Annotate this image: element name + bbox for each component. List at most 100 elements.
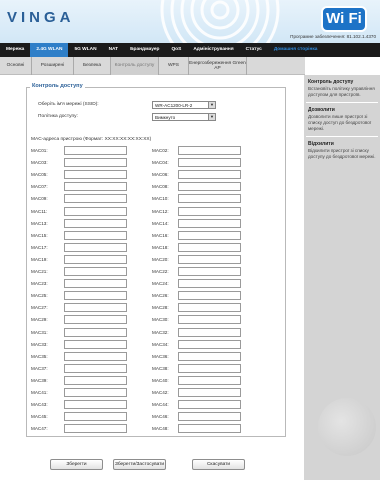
mac-label: MAC16: bbox=[152, 232, 169, 238]
mac-input[interactable] bbox=[64, 230, 127, 240]
mac-input[interactable] bbox=[64, 279, 127, 289]
mac-input[interactable] bbox=[64, 254, 127, 264]
mac-input[interactable] bbox=[64, 146, 127, 155]
help-title: Контроль доступу bbox=[308, 79, 354, 85]
mac-input[interactable] bbox=[178, 146, 241, 155]
mac-input[interactable] bbox=[178, 315, 241, 325]
mac-input[interactable] bbox=[178, 424, 241, 434]
mac-label: MAC01: bbox=[31, 148, 48, 153]
mac-input[interactable] bbox=[64, 267, 127, 276]
nav-item-6[interactable]: Адміністрування bbox=[187, 43, 239, 57]
mac-input[interactable] bbox=[178, 363, 241, 373]
mac-label: MAC25: bbox=[31, 293, 48, 299]
mac-input[interactable] bbox=[178, 218, 241, 228]
subnav-item-4[interactable]: WPS bbox=[159, 56, 189, 75]
nav-item-5[interactable]: QoS bbox=[165, 43, 187, 57]
mac-input[interactable] bbox=[178, 254, 241, 264]
mac-input[interactable] bbox=[64, 242, 127, 252]
mac-label: MAC05: bbox=[31, 172, 48, 178]
mac-input[interactable] bbox=[178, 303, 241, 313]
mac-input[interactable] bbox=[178, 158, 241, 168]
mac-input[interactable] bbox=[64, 218, 127, 228]
mac-label: MAC36: bbox=[152, 353, 169, 359]
subnav-item-5[interactable]: Енергозбереження Green AP bbox=[189, 56, 247, 75]
mac-label: MAC34: bbox=[152, 341, 169, 347]
mac-input[interactable] bbox=[64, 303, 127, 313]
nav-item-0[interactable]: Мережа bbox=[0, 43, 30, 57]
policy-select[interactable]: Вимкнуто ▼ bbox=[152, 113, 216, 121]
mac-input[interactable] bbox=[64, 158, 127, 168]
mac-input[interactable] bbox=[178, 375, 241, 385]
mac-input[interactable] bbox=[64, 170, 127, 180]
mac-input[interactable] bbox=[178, 327, 241, 337]
mac-input[interactable] bbox=[64, 339, 127, 349]
mac-label: MAC45: bbox=[31, 414, 48, 420]
mac-input[interactable] bbox=[64, 363, 127, 373]
mac-input[interactable] bbox=[64, 375, 127, 385]
mac-input[interactable] bbox=[64, 400, 127, 410]
mac-input[interactable] bbox=[178, 400, 241, 410]
watermark-logo bbox=[318, 398, 376, 456]
mac-label: MAC10: bbox=[152, 196, 169, 202]
policy-label: Політика доступу: bbox=[38, 114, 78, 119]
mac-input[interactable] bbox=[178, 182, 241, 192]
mac-input[interactable] bbox=[178, 242, 241, 252]
mac-input[interactable] bbox=[64, 351, 127, 361]
nav-item-3[interactable]: NAT bbox=[103, 43, 125, 57]
mac-label: MAC28: bbox=[152, 305, 169, 311]
nav-item-8[interactable]: Домашня сторінка bbox=[268, 43, 324, 57]
mac-label: MAC32: bbox=[152, 329, 169, 335]
mac-label: MAC02: bbox=[152, 148, 169, 153]
help-title: Відхилити bbox=[308, 141, 334, 147]
cancel-button[interactable]: Скасувати bbox=[192, 459, 245, 470]
nav-item-1[interactable]: 2.4G WLAN bbox=[30, 43, 69, 57]
mac-input[interactable] bbox=[64, 182, 127, 192]
mac-input[interactable] bbox=[64, 291, 127, 301]
subnav-item-0[interactable]: Основні bbox=[0, 56, 32, 75]
sub-nav: Основні Розширені Безпека Контроль доступу W… bbox=[0, 56, 305, 75]
mac-input[interactable] bbox=[178, 230, 241, 240]
subnav-item-1[interactable]: Розширені bbox=[32, 56, 74, 75]
mac-input[interactable] bbox=[64, 194, 127, 204]
fieldset-legend: Контроль доступу bbox=[30, 83, 85, 89]
nav-item-7[interactable]: Статус bbox=[240, 43, 268, 57]
mac-input[interactable] bbox=[178, 412, 241, 422]
mac-input[interactable] bbox=[64, 206, 127, 216]
chevron-down-icon: ▼ bbox=[208, 114, 215, 120]
ssid-select-value: WR-AC1200-LR-2 bbox=[155, 103, 193, 108]
nav-item-2[interactable]: 5G WLAN bbox=[68, 43, 102, 57]
nav-item-4[interactable]: Брандмауер bbox=[124, 43, 165, 57]
subnav-item-2[interactable]: Безпека bbox=[74, 56, 111, 75]
mac-input[interactable] bbox=[64, 412, 127, 422]
mac-input[interactable] bbox=[178, 339, 241, 349]
mac-input[interactable] bbox=[64, 424, 127, 434]
save-button[interactable]: Зберегти bbox=[50, 459, 103, 470]
help-text: Встановіть політику управління доступом … bbox=[308, 86, 375, 97]
mac-label: MAC26: bbox=[152, 293, 169, 299]
subnav-item-3[interactable]: Контроль доступу bbox=[111, 56, 159, 75]
ssid-select[interactable]: WR-AC1200-LR-2 ▼ bbox=[152, 101, 216, 109]
mac-input[interactable] bbox=[178, 194, 241, 204]
mac-input[interactable] bbox=[178, 291, 241, 301]
mac-input[interactable] bbox=[178, 279, 241, 289]
mac-input[interactable] bbox=[178, 267, 241, 276]
mac-input[interactable] bbox=[178, 170, 241, 180]
header-banner: VINGA Wi Fi Програмне забезпечення: 81.1… bbox=[0, 0, 380, 43]
mac-input[interactable] bbox=[64, 388, 127, 397]
mac-input[interactable] bbox=[178, 206, 241, 216]
mac-label: MAC15: bbox=[31, 232, 48, 238]
policy-select-value: Вимкнуто bbox=[155, 115, 176, 120]
mac-label: MAC31: bbox=[31, 329, 48, 335]
mac-label: MAC24: bbox=[152, 281, 169, 287]
mac-label: MAC30: bbox=[152, 317, 169, 323]
ssid-label: Оберіть ім'я мережі (SSID): bbox=[38, 102, 99, 107]
mac-input[interactable] bbox=[178, 351, 241, 361]
help-title: Дозволити bbox=[308, 107, 335, 113]
help-section-deny: Відхилити Відхилити пристрої зі списку д… bbox=[304, 137, 380, 164]
mac-input[interactable] bbox=[64, 315, 127, 325]
mac-input[interactable] bbox=[178, 388, 241, 397]
mac-label: MAC20: bbox=[152, 256, 169, 262]
mac-input[interactable] bbox=[64, 327, 127, 337]
save-apply-button[interactable]: Зберегти/Застосувати bbox=[113, 459, 166, 470]
wifi-badge-logo: Wi Fi bbox=[321, 6, 367, 32]
